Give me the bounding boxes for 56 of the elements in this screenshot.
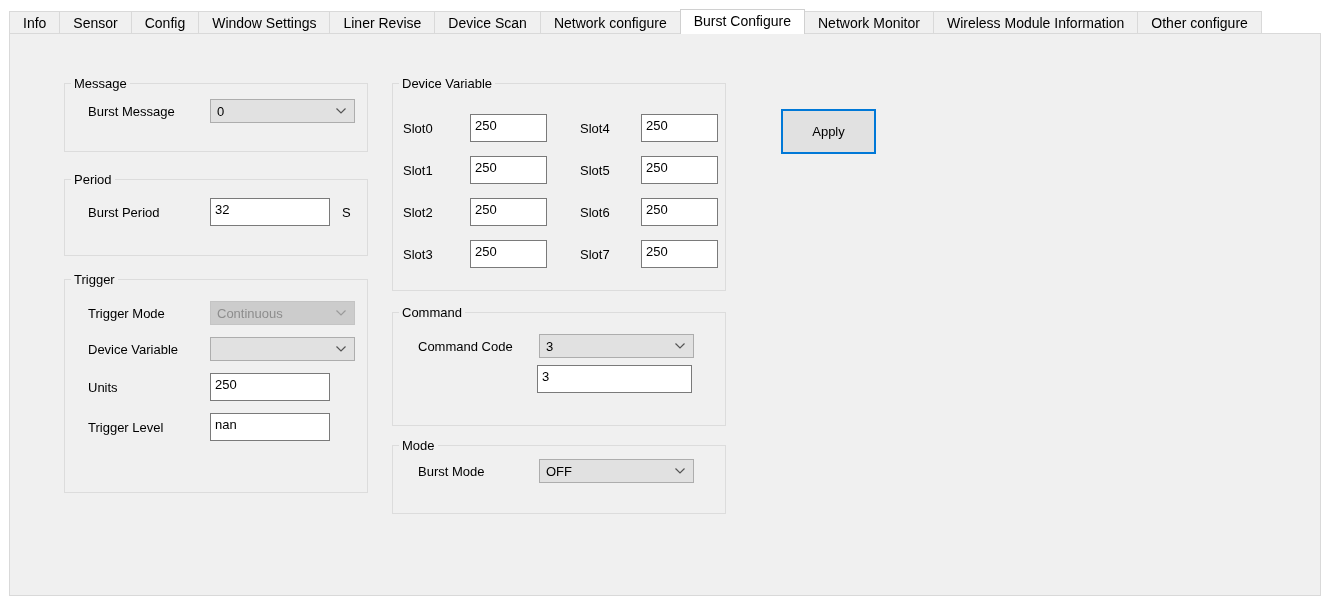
- apply-button[interactable]: Apply: [781, 109, 876, 154]
- field-label: Slot2: [403, 204, 434, 220]
- field-label: Burst Message: [88, 103, 176, 119]
- group-title: Command: [401, 305, 463, 320]
- tab[interactable]: Sensor: [59, 11, 132, 33]
- input-field[interactable]: 250: [470, 156, 547, 184]
- input-field[interactable]: 250: [470, 240, 547, 268]
- chevron-down-icon: [675, 343, 685, 349]
- field-label: Slot5: [580, 162, 611, 178]
- input-field[interactable]: 3: [537, 365, 692, 393]
- field-label: Slot3: [403, 246, 434, 262]
- tab[interactable]: Liner Revise: [329, 11, 436, 33]
- group-title: Period: [73, 172, 113, 187]
- field-label: Burst Mode: [418, 463, 486, 479]
- tab[interactable]: Window Settings: [198, 11, 331, 33]
- dropdown[interactable]: OFF: [539, 459, 694, 483]
- input-field[interactable]: 250: [641, 198, 718, 226]
- unit-label: S: [342, 204, 351, 220]
- field-label: Slot0: [403, 120, 434, 136]
- tab[interactable]: Config: [130, 11, 200, 33]
- field-label: Slot7: [580, 246, 611, 262]
- tab[interactable]: Info: [9, 11, 61, 33]
- input-field[interactable]: 250: [470, 198, 547, 226]
- field-label: Burst Period: [88, 204, 161, 220]
- field-label: Command Code: [418, 338, 514, 354]
- chevron-down-icon: [336, 108, 346, 114]
- chevron-down-icon: [336, 346, 346, 352]
- tab[interactable]: Wireless Module Information: [932, 11, 1139, 33]
- field-label: Units: [88, 379, 119, 395]
- field-label: Slot4: [580, 120, 611, 136]
- dropdown[interactable]: [210, 337, 355, 361]
- dropdown[interactable]: 3: [539, 334, 694, 358]
- input-field[interactable]: 250: [210, 373, 330, 401]
- input-field[interactable]: nan: [210, 413, 330, 441]
- field-label: Trigger Mode: [88, 305, 166, 321]
- dropdown[interactable]: 0: [210, 99, 355, 123]
- input-field[interactable]: 250: [641, 240, 718, 268]
- input-field[interactable]: 32: [210, 198, 330, 226]
- input-field[interactable]: 250: [641, 114, 718, 142]
- field-label: Slot1: [403, 162, 434, 178]
- tab[interactable]: Network configure: [539, 11, 681, 33]
- group-title: Mode: [401, 438, 436, 453]
- tab[interactable]: Device Scan: [434, 11, 541, 33]
- chevron-down-icon: [675, 468, 685, 474]
- input-field[interactable]: 250: [641, 156, 718, 184]
- group-title: Trigger: [73, 272, 116, 287]
- field-label: Device Variable: [88, 341, 180, 357]
- input-field[interactable]: 250: [470, 114, 547, 142]
- tab[interactable]: Other configure: [1137, 11, 1262, 33]
- tab[interactable]: Burst Configure: [679, 9, 805, 34]
- group-title: Message: [73, 76, 128, 91]
- group-title: Device Variable: [401, 76, 494, 91]
- field-label: Trigger Level: [88, 419, 165, 435]
- chevron-down-icon: [336, 310, 346, 316]
- tab[interactable]: Network Monitor: [804, 11, 934, 33]
- field-label: Slot6: [580, 204, 611, 220]
